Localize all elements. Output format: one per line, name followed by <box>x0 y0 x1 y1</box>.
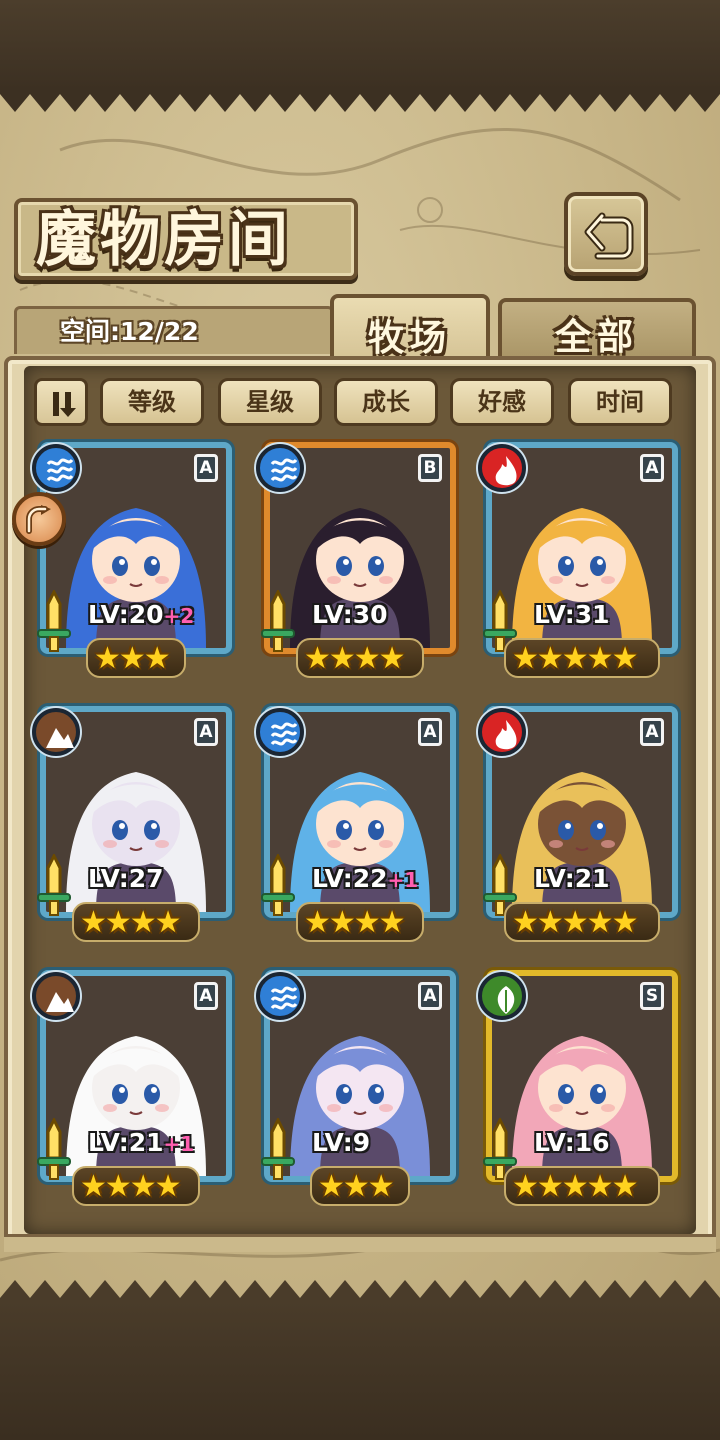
star-rating: ★★★★ <box>296 902 424 942</box>
page-title: 魔物房间 <box>36 205 292 275</box>
monster-card[interactable]: A LV:22+1 ★★★★ <box>256 706 462 942</box>
sort-order-toggle[interactable] <box>34 378 88 426</box>
monster-level: LV:20+2 <box>88 600 195 629</box>
star-rating: ★★★★★ <box>504 638 660 678</box>
monster-card[interactable]: A LV:21+1 ★★★★ <box>32 970 238 1206</box>
monster-card[interactable]: A LV:21 ★★★★★ <box>478 706 684 942</box>
star-rating: ★★★★ <box>296 638 424 678</box>
rank-badge: A <box>418 982 442 1010</box>
sort-time-button[interactable]: 时间 <box>568 378 672 426</box>
rank-badge: B <box>418 454 442 482</box>
sword-icon <box>261 854 295 916</box>
team-arrow-icon <box>26 505 51 534</box>
monster-card[interactable]: A LV:27 ★★★★ <box>32 706 238 942</box>
monster-level: LV:16 <box>534 1128 610 1157</box>
sword-icon <box>261 590 295 652</box>
team-badge[interactable] <box>12 492 66 546</box>
monster-room-screen: 魔物房间 空间:12/22 牧场 全部 等级 星级 成长 好感 时间 A LV:… <box>0 0 720 1440</box>
monster-level: LV:27 <box>88 864 164 893</box>
water-element-icon <box>256 972 304 1020</box>
monster-level: LV:21 <box>534 864 610 893</box>
rank-badge: A <box>640 718 664 746</box>
monster-level: LV:21+1 <box>88 1128 195 1157</box>
monster-level: LV:30 <box>312 600 388 629</box>
star-rating: ★★★ <box>310 1166 410 1206</box>
rank-badge: S <box>640 982 664 1010</box>
sort-growth-button[interactable]: 成长 <box>334 378 438 426</box>
sword-icon <box>37 1118 71 1180</box>
return-arrow-icon <box>584 212 634 260</box>
tab-all[interactable]: 全部 <box>498 298 696 360</box>
sort-order-icon <box>53 392 76 417</box>
star-rating: ★★★★ <box>72 902 200 942</box>
panel-footer <box>4 1234 716 1252</box>
monster-card[interactable]: B LV:30 ★★★★ <box>256 442 462 678</box>
monster-card[interactable]: S LV:16 ★★★★★ <box>478 970 684 1206</box>
sort-affection-button[interactable]: 好感 <box>450 378 554 426</box>
star-rating: ★★★★ <box>72 1166 200 1206</box>
monster-card[interactable]: A LV:9 ★★★ <box>256 970 462 1206</box>
star-rating: ★★★★★ <box>504 1166 660 1206</box>
sort-star-button[interactable]: 星级 <box>218 378 322 426</box>
monster-level: LV:22+1 <box>312 864 419 893</box>
rank-badge: A <box>640 454 664 482</box>
monster-level: LV:31 <box>534 600 610 629</box>
monster-card[interactable]: A LV:31 ★★★★★ <box>478 442 684 678</box>
sword-icon <box>37 590 71 652</box>
rank-badge: A <box>194 982 218 1010</box>
rank-badge: A <box>194 718 218 746</box>
monster-card[interactable]: A LV:20+2 ★★★ <box>32 442 238 678</box>
sword-icon <box>261 1118 295 1180</box>
top-wood-band <box>0 0 720 90</box>
water-element-icon <box>256 444 304 492</box>
water-element-icon <box>32 444 80 492</box>
capacity-label: 空间:12/22 <box>60 317 199 346</box>
bottom-jagged-edge <box>0 1280 720 1304</box>
back-button[interactable] <box>564 192 648 276</box>
rank-badge: A <box>418 718 442 746</box>
sword-icon <box>37 854 71 916</box>
earth-element-icon <box>32 708 80 756</box>
fire-element-icon <box>478 708 526 756</box>
star-rating: ★★★ <box>86 638 186 678</box>
sort-level-button[interactable]: 等级 <box>100 378 204 426</box>
monster-level: LV:9 <box>312 1128 371 1157</box>
top-jagged-edge <box>0 88 720 112</box>
star-rating: ★★★★★ <box>504 902 660 942</box>
nature-element-icon <box>478 972 526 1020</box>
bottom-wood-band <box>0 1300 720 1440</box>
rank-badge: A <box>194 454 218 482</box>
earth-element-icon <box>32 972 80 1020</box>
water-element-icon <box>256 708 304 756</box>
fire-element-icon <box>478 444 526 492</box>
